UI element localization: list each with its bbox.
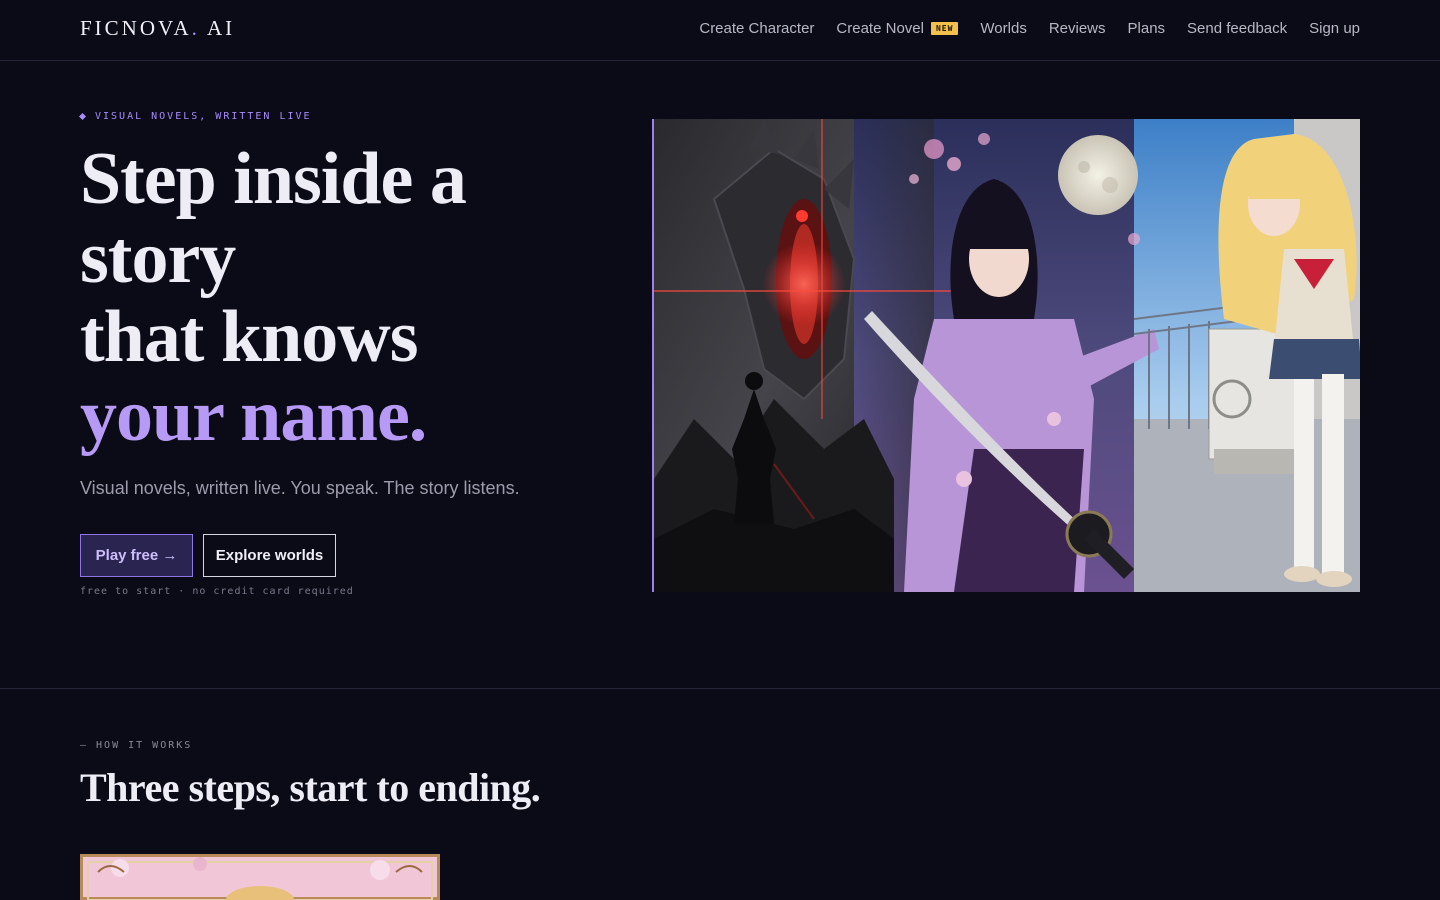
play-free-button[interactable]: Play free → (80, 534, 193, 577)
logo-dot: . (191, 16, 200, 40)
nav-create-character[interactable]: Create Character (699, 20, 814, 37)
nav-reviews[interactable]: Reviews (1049, 20, 1106, 37)
nav-create-novel[interactable]: Create Novel NEW (836, 20, 959, 37)
explore-worlds-button[interactable]: Explore worlds (203, 534, 336, 577)
hero-illustration-art (654, 119, 1360, 592)
nav-sign-up[interactable]: Sign up (1309, 20, 1360, 37)
headline-line-3: that knows (80, 296, 419, 378)
step-card-image (80, 854, 440, 900)
nav-links: Create Character Create Novel NEW Worlds … (699, 20, 1360, 37)
nav-reviews-label: Reviews (1048, 20, 1106, 37)
nav-plans[interactable]: Plans (1128, 20, 1166, 37)
logo-name: FICNOVA (80, 16, 192, 40)
headline-line-2: story (80, 217, 236, 299)
hero-illustration (652, 119, 1360, 592)
headline-accent: your name. (80, 375, 427, 457)
step-card-art (80, 854, 440, 900)
hero-eyebrow-text: VISUAL NOVELS, WRITTEN LIVE (95, 111, 312, 122)
new-badge: NEW (930, 22, 959, 35)
nav-worlds[interactable]: Worlds (980, 20, 1026, 37)
top-nav: FICNOVA. AI Create Character Create Nove… (0, 0, 1440, 61)
hero-fineprint: free to start · no credit card required (80, 586, 354, 597)
how-eyebrow: — HOW IT WORKS (80, 740, 193, 751)
logo[interactable]: FICNOVA. AI (80, 16, 235, 41)
how-title: Three steps, start to ending. (80, 765, 541, 810)
hero-subhead: Visual novels, written live. You speak. … (80, 478, 520, 498)
headline-line-1: Step inside a (80, 138, 467, 220)
section-divider (0, 688, 1440, 689)
nav-plans-label: Plans (1127, 20, 1166, 37)
nav-sign-up-label: Sign up (1309, 20, 1360, 37)
nav-worlds-label: Worlds (980, 20, 1027, 37)
logo-suffix: AI (206, 16, 236, 40)
hero-headline: Step inside a story that knows your name… (80, 140, 640, 456)
nav-create-character-label: Create Character (699, 20, 815, 37)
nav-send-feedback-label: Send feedback (1187, 20, 1288, 37)
nav-create-novel-label: Create Novel (836, 20, 924, 37)
hero-eyebrow: VISUAL NOVELS, WRITTEN LIVE (78, 111, 312, 122)
nav-send-feedback[interactable]: Send feedback (1187, 20, 1287, 37)
diamond-icon (78, 112, 87, 121)
